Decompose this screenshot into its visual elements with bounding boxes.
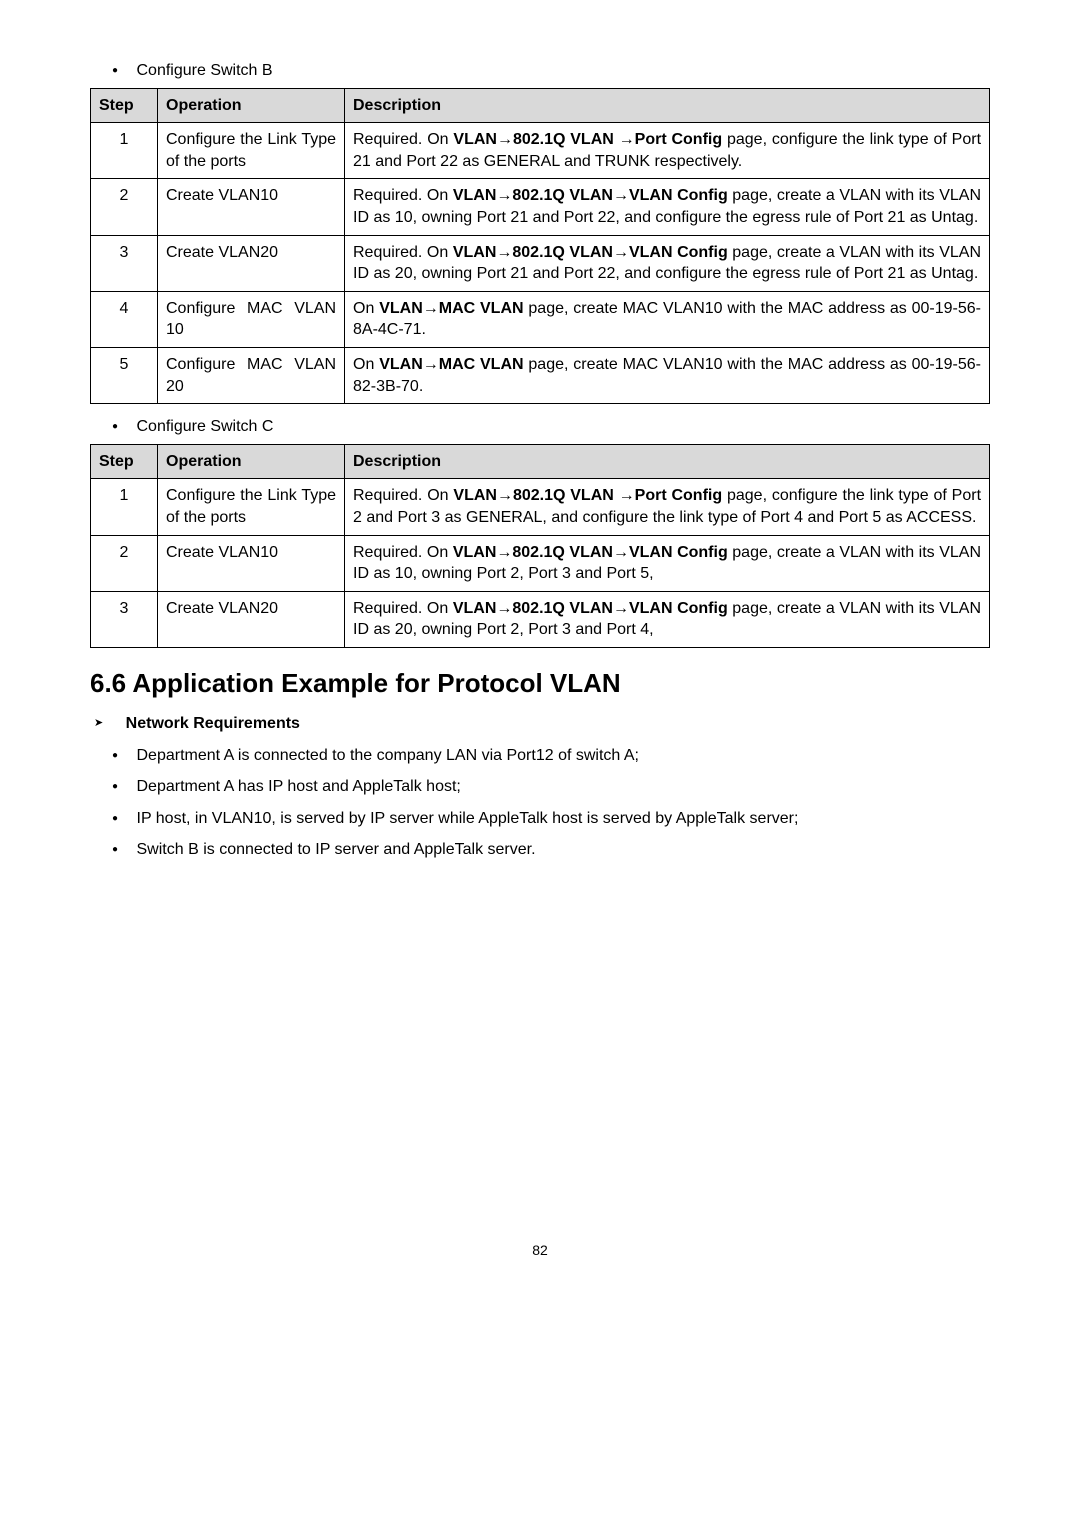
cell-step: 3 — [91, 591, 158, 647]
th-step: Step — [91, 88, 158, 123]
table-row: 4 Configure MAC VLAN 10 On VLAN→MAC VLAN… — [91, 291, 990, 347]
cell-operation: Configure MAC VLAN 20 — [158, 347, 345, 403]
cell-description: Required. On VLAN→802.1Q VLAN →Port Conf… — [345, 123, 990, 179]
cell-operation: Configure the Link Type of the ports — [158, 479, 345, 535]
th-operation: Operation — [158, 444, 345, 479]
table-row: 2 Create VLAN10 Required. On VLAN→802.1Q… — [91, 179, 990, 235]
section-heading: 6.6 Application Example for Protocol VLA… — [90, 666, 990, 701]
lead-c-text: Configure Switch C — [137, 418, 274, 435]
cell-description: Required. On VLAN→802.1Q VLAN→VLAN Confi… — [345, 535, 990, 591]
req-text: Department A is connected to the company… — [137, 747, 640, 764]
list-item: Department A is connected to the company… — [112, 745, 990, 767]
cell-operation: Configure the Link Type of the ports — [158, 123, 345, 179]
req-text: Department A has IP host and AppleTalk h… — [137, 778, 461, 795]
cell-step: 2 — [91, 179, 158, 235]
table-switch-c: Step Operation Description 1 Configure t… — [90, 444, 990, 648]
th-step: Step — [91, 444, 158, 479]
table-row: 2 Create VLAN10 Required. On VLAN→802.1Q… — [91, 535, 990, 591]
table-row: 1 Configure the Link Type of the ports R… — [91, 123, 990, 179]
table-row: 5 Configure MAC VLAN 20 On VLAN→MAC VLAN… — [91, 347, 990, 403]
list-item: Switch B is connected to IP server and A… — [112, 839, 990, 861]
cell-description: Required. On VLAN→802.1Q VLAN→VLAN Confi… — [345, 235, 990, 291]
lead-config-switch-c: Configure Switch C — [112, 416, 990, 438]
cell-operation: Create VLAN20 — [158, 235, 345, 291]
list-item: IP host, in VLAN10, is served by IP serv… — [112, 808, 990, 830]
table-switch-b: Step Operation Description 1 Configure t… — [90, 88, 990, 405]
table-row: 3 Create VLAN20 Required. On VLAN→802.1Q… — [91, 591, 990, 647]
cell-operation: Create VLAN10 — [158, 535, 345, 591]
cell-operation: Configure MAC VLAN 10 — [158, 291, 345, 347]
lead-config-switch-b: Configure Switch B — [112, 60, 990, 82]
cell-description: Required. On VLAN→802.1Q VLAN →Port Conf… — [345, 479, 990, 535]
cell-description: On VLAN→MAC VLAN page, create MAC VLAN10… — [345, 291, 990, 347]
lead-b-text: Configure Switch B — [137, 62, 273, 79]
page-number: 82 — [90, 1241, 990, 1260]
cell-operation: Create VLAN20 — [158, 591, 345, 647]
cell-description: On VLAN→MAC VLAN page, create MAC VLAN10… — [345, 347, 990, 403]
network-requirements-heading: Network Requirements — [94, 713, 990, 735]
cell-description: Required. On VLAN→802.1Q VLAN→VLAN Confi… — [345, 591, 990, 647]
th-operation: Operation — [158, 88, 345, 123]
cell-step: 1 — [91, 123, 158, 179]
list-item: Department A has IP host and AppleTalk h… — [112, 776, 990, 798]
req-text: Switch B is connected to IP server and A… — [137, 841, 536, 858]
netreq-label: Network Requirements — [126, 715, 300, 732]
th-description: Description — [345, 88, 990, 123]
cell-step: 1 — [91, 479, 158, 535]
cell-step: 5 — [91, 347, 158, 403]
cell-description: Required. On VLAN→802.1Q VLAN→VLAN Confi… — [345, 179, 990, 235]
req-text: IP host, in VLAN10, is served by IP serv… — [137, 810, 799, 827]
table-row: 3 Create VLAN20 Required. On VLAN→802.1Q… — [91, 235, 990, 291]
cell-step: 2 — [91, 535, 158, 591]
cell-step: 4 — [91, 291, 158, 347]
cell-step: 3 — [91, 235, 158, 291]
table-row: 1 Configure the Link Type of the ports R… — [91, 479, 990, 535]
th-description: Description — [345, 444, 990, 479]
cell-operation: Create VLAN10 — [158, 179, 345, 235]
